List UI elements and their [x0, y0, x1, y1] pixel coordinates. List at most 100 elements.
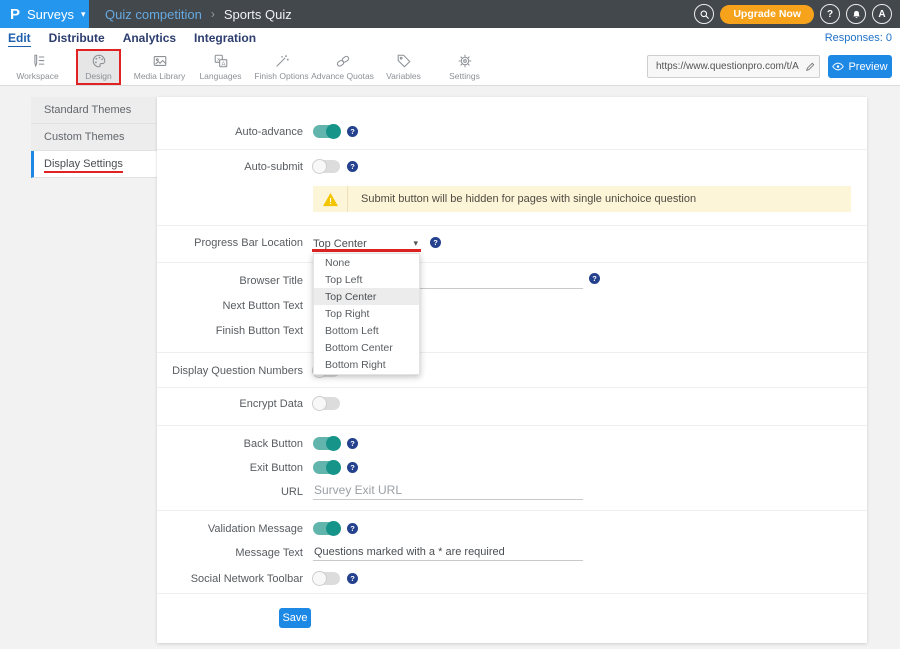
- progress-bar-help-icon[interactable]: ?: [430, 237, 441, 248]
- warning-message: Submit button will be hidden for pages w…: [348, 193, 696, 205]
- back-button-toggle[interactable]: [313, 437, 340, 450]
- dropdown-option-bottom-right[interactable]: Bottom Right: [314, 357, 419, 374]
- display-question-numbers-label: Display Question Numbers: [157, 362, 303, 380]
- settings-gear-icon: [457, 53, 473, 69]
- tab-distribute[interactable]: Distribute: [49, 30, 105, 46]
- toolbar-item-design[interactable]: Design: [68, 48, 129, 86]
- social-network-toolbar-help-icon[interactable]: ?: [347, 573, 358, 584]
- auto-advance-label: Auto-advance: [157, 123, 303, 141]
- row-divider: [157, 352, 867, 353]
- design-content-area: Standard Themes Custom Themes Display Se…: [0, 86, 900, 649]
- encrypt-data-label: Encrypt Data: [157, 395, 303, 413]
- sidebar-item-custom-themes[interactable]: Custom Themes: [31, 124, 157, 151]
- toolbar-item-settings[interactable]: Settings: [434, 48, 495, 86]
- back-button-row: Back Button ?: [157, 435, 867, 453]
- exit-button-toggle[interactable]: [313, 461, 340, 474]
- encrypt-data-toggle[interactable]: [313, 397, 340, 410]
- eye-icon: [832, 62, 844, 71]
- breadcrumb-folder[interactable]: Quiz competition: [105, 7, 202, 22]
- auto-advance-toggle[interactable]: [313, 125, 340, 138]
- survey-url-input[interactable]: [648, 61, 801, 72]
- toolbar-item-workspace[interactable]: Workspace: [7, 48, 68, 86]
- search-button[interactable]: [694, 4, 714, 24]
- message-text-row: Message Text: [157, 544, 867, 562]
- row-divider: [157, 149, 867, 150]
- toolbar-item-media-library[interactable]: Media Library: [129, 48, 190, 86]
- dropdown-option-none[interactable]: None: [314, 254, 419, 271]
- tab-integration[interactable]: Integration: [194, 30, 256, 46]
- upgrade-now-button[interactable]: Upgrade Now: [720, 5, 814, 24]
- auto-advance-help-icon[interactable]: ?: [347, 126, 358, 137]
- row-divider: [157, 593, 867, 594]
- toolbar-item-languages[interactable]: xA Languages: [190, 48, 251, 86]
- breadcrumb-survey-name: Sports Quiz: [224, 7, 292, 22]
- next-button-text-row: Next Button Text: [157, 297, 867, 315]
- dropdown-option-top-left[interactable]: Top Left: [314, 271, 419, 288]
- exit-url-label: URL: [157, 483, 303, 501]
- next-button-text-label: Next Button Text: [157, 297, 303, 315]
- survey-link-field: [647, 55, 820, 78]
- responses-count[interactable]: Responses: 0: [825, 32, 892, 44]
- bell-icon: [851, 9, 862, 20]
- questionpro-design-page: P Surveys ▾ Quiz competition › Sports Qu…: [0, 0, 900, 649]
- back-button-help-icon[interactable]: ?: [347, 438, 358, 449]
- help-button[interactable]: ?: [820, 4, 840, 24]
- exit-url-input[interactable]: [313, 483, 583, 500]
- browser-title-row: Browser Title ?: [157, 272, 867, 290]
- surveys-product-menu[interactable]: P Surveys ▾: [0, 0, 89, 28]
- row-divider: [157, 225, 867, 226]
- social-network-toolbar-label: Social Network Toolbar: [157, 570, 303, 588]
- notifications-button[interactable]: [846, 4, 866, 24]
- sidebar-item-standard-themes[interactable]: Standard Themes: [31, 97, 157, 124]
- design-sidebar: Standard Themes Custom Themes Display Se…: [31, 97, 157, 178]
- exit-button-help-icon[interactable]: ?: [347, 462, 358, 473]
- auto-submit-toggle[interactable]: [313, 160, 340, 173]
- validation-message-help-icon[interactable]: ?: [347, 523, 358, 534]
- message-text-label: Message Text: [157, 544, 303, 562]
- back-button-label: Back Button: [157, 435, 303, 453]
- exit-url-row: URL: [157, 483, 867, 501]
- svg-text:x: x: [217, 57, 220, 63]
- save-button[interactable]: Save: [279, 608, 311, 628]
- tab-edit[interactable]: Edit: [8, 30, 31, 47]
- toolbar-item-variables[interactable]: Variables: [373, 48, 434, 86]
- browser-title-label: Browser Title: [157, 272, 303, 290]
- chevron-down-icon: ▾: [81, 9, 86, 20]
- edit-url-button[interactable]: [801, 61, 819, 72]
- dropdown-option-bottom-center[interactable]: Bottom Center: [314, 340, 419, 357]
- workspace-icon: [30, 53, 46, 69]
- social-network-toolbar-row: Social Network Toolbar ?: [157, 570, 867, 588]
- message-text-input[interactable]: [313, 544, 583, 561]
- progress-bar-location-dropdown: None Top Left Top Center Top Right Botto…: [313, 253, 420, 375]
- row-divider: [157, 510, 867, 511]
- dropdown-option-bottom-left[interactable]: Bottom Left: [314, 323, 419, 340]
- top-header-bar: P Surveys ▾ Quiz competition › Sports Qu…: [0, 0, 900, 28]
- validation-message-row: Validation Message ?: [157, 520, 867, 538]
- account-avatar[interactable]: A: [872, 4, 892, 24]
- preview-button[interactable]: Preview: [828, 55, 892, 78]
- tab-analytics[interactable]: Analytics: [123, 30, 176, 46]
- display-settings-panel: Auto-advance ? Auto-submit ? ! Submit bu…: [157, 97, 867, 643]
- dropdown-option-top-center[interactable]: Top Center: [314, 288, 419, 305]
- header-actions: Upgrade Now ? A: [694, 0, 892, 28]
- social-network-toolbar-toggle[interactable]: [313, 572, 340, 585]
- exit-button-row: Exit Button ?: [157, 459, 867, 477]
- row-divider: [157, 387, 867, 388]
- variables-tag-icon: [396, 53, 412, 69]
- finish-button-text-label: Finish Button Text: [157, 322, 303, 340]
- auto-submit-help-icon[interactable]: ?: [347, 161, 358, 172]
- auto-submit-label: Auto-submit: [157, 158, 303, 176]
- red-annotation-underline: [312, 249, 421, 252]
- toolbar-item-advance-quotas[interactable]: Advance Quotas: [312, 48, 373, 86]
- finish-button-text-row: Finish Button Text: [157, 322, 867, 340]
- sidebar-item-display-settings[interactable]: Display Settings: [31, 151, 157, 178]
- exit-button-label: Exit Button: [157, 459, 303, 477]
- toolbar-item-finish-options[interactable]: Finish Options: [251, 48, 312, 86]
- validation-message-toggle[interactable]: [313, 522, 340, 535]
- media-library-icon: [152, 53, 168, 69]
- browser-title-help-icon[interactable]: ?: [589, 273, 600, 284]
- row-divider: [157, 425, 867, 426]
- pencil-icon: [805, 61, 816, 72]
- auto-submit-warning-banner: ! Submit button will be hidden for pages…: [313, 186, 851, 212]
- dropdown-option-top-right[interactable]: Top Right: [314, 305, 419, 322]
